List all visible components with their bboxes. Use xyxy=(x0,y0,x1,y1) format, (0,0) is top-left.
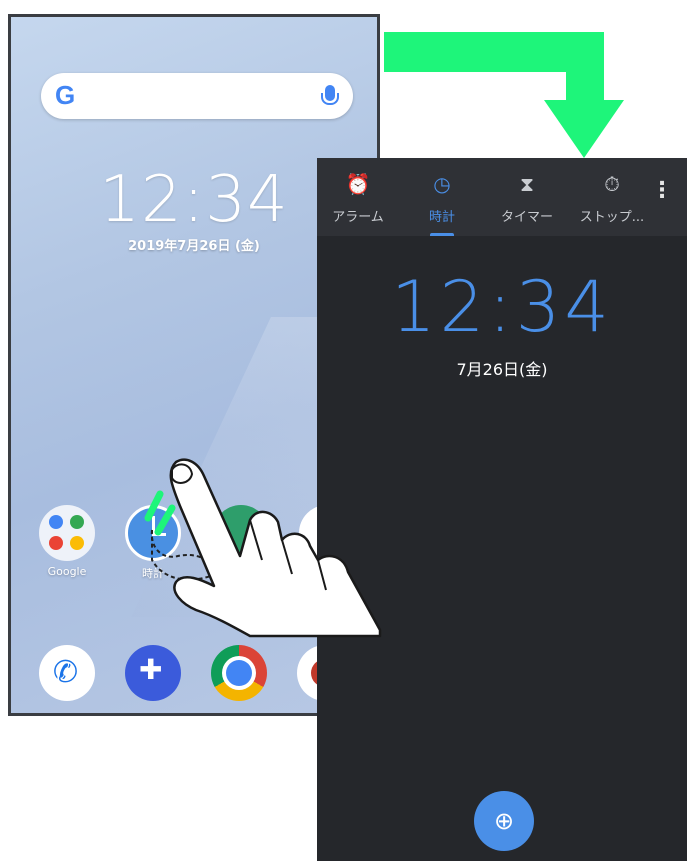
tap-hand-icon xyxy=(144,458,382,638)
